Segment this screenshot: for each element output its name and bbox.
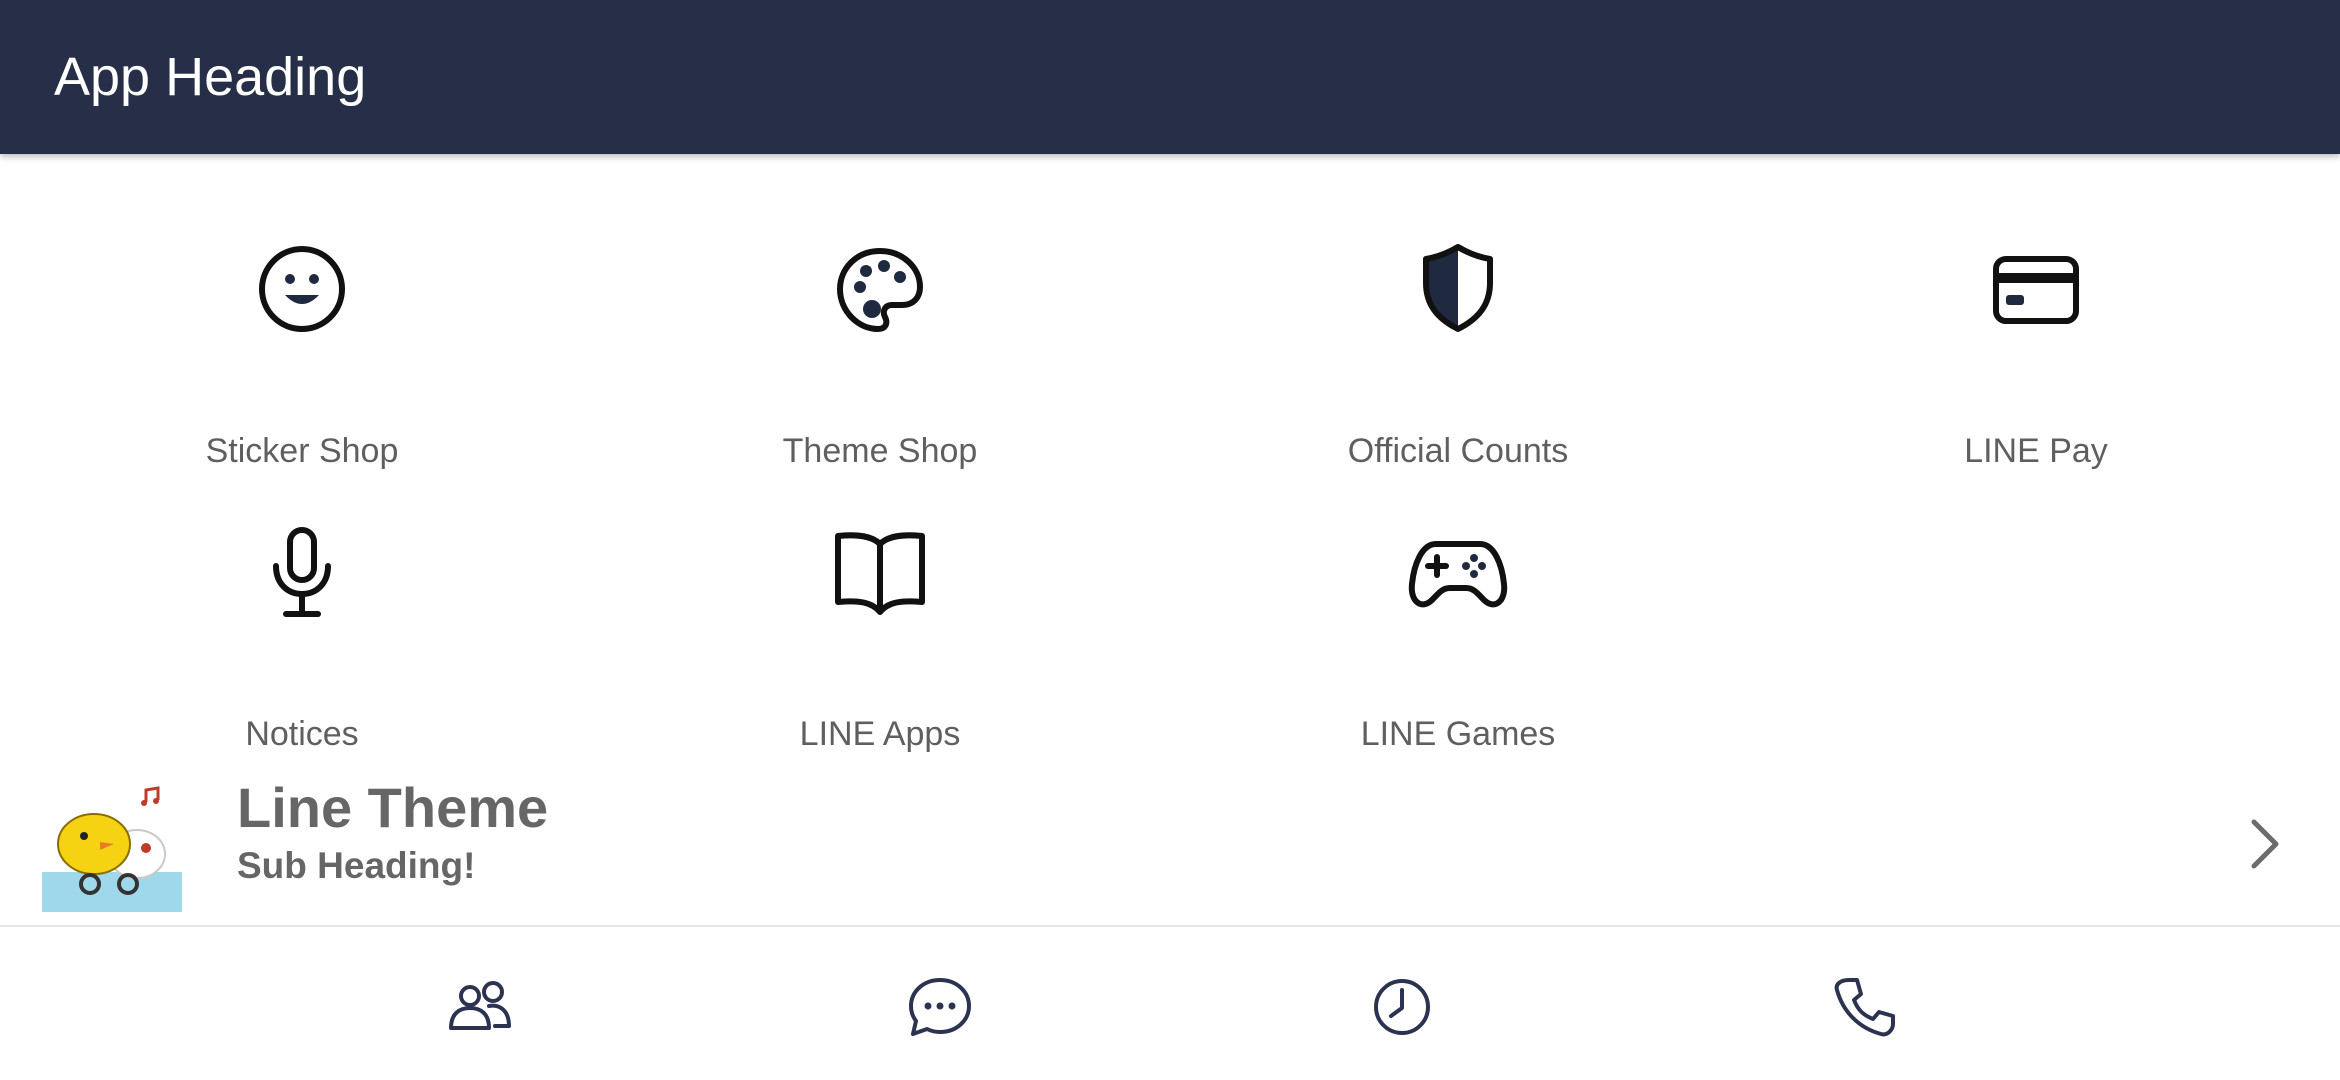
menu-item-theme-shop[interactable]: Theme Shop xyxy=(680,239,1080,470)
menu-item-sticker-shop[interactable]: Sticker Shop xyxy=(102,239,502,470)
bottom-navigation xyxy=(0,925,2340,1080)
menu-item-label: Notices xyxy=(245,715,359,753)
menu-item-notices[interactable]: Notices xyxy=(102,522,502,753)
clock-icon[interactable] xyxy=(1367,972,1437,1042)
smiley-icon xyxy=(252,239,352,339)
app-root: App Heading Sticker Shop Theme Shop Offi… xyxy=(0,0,2340,1080)
menu-item-line-games[interactable]: LINE Games xyxy=(1258,522,1658,753)
book-icon xyxy=(830,522,930,622)
menu-item-label: LINE Pay xyxy=(1964,432,2108,470)
chevron-right-icon xyxy=(2244,814,2284,874)
phone-icon[interactable] xyxy=(1829,972,1899,1042)
app-header: App Heading xyxy=(0,0,2340,154)
menu-item-label: LINE Games xyxy=(1360,715,1556,753)
chick-sticker-image xyxy=(42,772,182,912)
chat-icon[interactable] xyxy=(905,972,975,1042)
credit-card-icon xyxy=(1986,239,2086,339)
microphone-icon xyxy=(252,522,352,622)
promo-subtitle: Sub Heading! xyxy=(237,845,476,886)
menu-item-label: Official Counts xyxy=(1347,432,1569,470)
menu-item-label: LINE Apps xyxy=(799,715,961,753)
menu-item-label: Sticker Shop xyxy=(205,432,399,470)
gamepad-icon xyxy=(1408,522,1508,622)
menu-item-line-pay[interactable]: LINE Pay xyxy=(1836,239,2236,470)
promo-title: Line Theme xyxy=(237,776,549,839)
menu-item-label: Theme Shop xyxy=(782,432,978,470)
shield-icon xyxy=(1408,239,1508,339)
page-title: App Heading xyxy=(54,47,367,107)
menu-item-official-counts[interactable]: Official Counts xyxy=(1258,239,1658,470)
menu-item-line-apps[interactable]: LINE Apps xyxy=(680,522,1080,753)
friends-icon[interactable] xyxy=(445,972,515,1042)
palette-icon xyxy=(830,239,930,339)
promo-banner[interactable]: Line Theme Sub Heading! xyxy=(0,760,2340,924)
